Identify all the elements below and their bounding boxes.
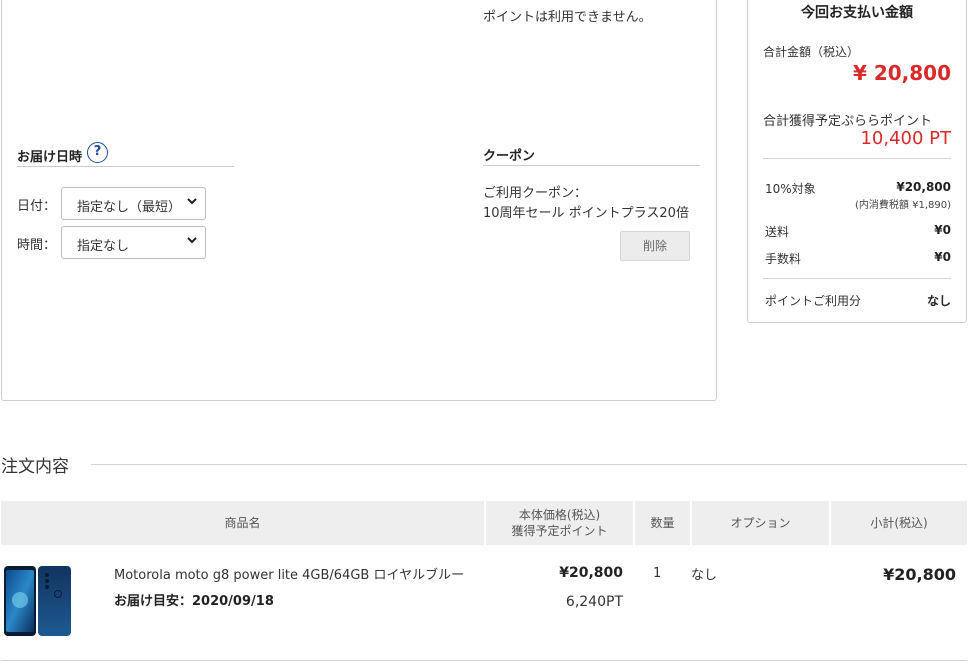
column-header-subtotal-text: 小計(税込) <box>870 516 928 530</box>
column-header-product-text: 商品名 <box>224 516 261 530</box>
order-section-title: 注文内容 <box>1 457 69 477</box>
summary-row-label-shipping: 送料 <box>765 225 790 239</box>
help-question-icon[interactable]: ? <box>87 142 108 163</box>
summary-row-value-shipping: ¥0 <box>934 223 951 237</box>
coupon-delete-button[interactable]: 削除 <box>620 231 690 261</box>
delivery-estimate: お届け目安：2020/09/18 <box>114 594 274 609</box>
item-price: ¥20,800 <box>559 565 623 581</box>
item-option: なし <box>691 568 718 583</box>
coupon-name: 10周年セール ポイントプラス20倍 <box>483 206 689 221</box>
summary-tax-included-note: (内消費税額 ¥1,890) <box>855 200 951 211</box>
product-name-link[interactable]: Motorola moto g8 power lite 4GB/64GB ロイヤ… <box>114 564 464 583</box>
date-label: 日付： <box>17 199 57 214</box>
summary-row-label-points-used: ポイントご利用分 <box>765 294 862 308</box>
total-amount-label: 合計金額（税込） <box>763 45 860 59</box>
points-unavailable-note: ポイントは利用できません。 <box>483 10 652 25</box>
time-select-value: 指定なし <box>77 239 130 254</box>
column-header-price: 本体価格(税込) 獲得予定ポイント <box>486 501 633 545</box>
points-total-value: 10,400 PT <box>860 128 951 149</box>
summary-row-value-fee: ¥0 <box>934 250 951 264</box>
column-header-qty: 数量 <box>635 501 690 545</box>
summary-divider <box>763 278 951 279</box>
time-select[interactable]: 指定なし <box>61 226 206 259</box>
chevron-down-icon <box>187 237 197 244</box>
summary-row-value-tax10: ¥20,800 <box>896 180 951 194</box>
column-header-product: 商品名 <box>1 501 484 545</box>
summary-row-label-fee: 手数料 <box>765 252 802 266</box>
item-points: 6,240PT <box>565 594 623 610</box>
item-quantity: 1 <box>653 566 662 581</box>
date-select-value: 指定なし（最短） <box>77 200 182 215</box>
column-header-price-line1: 本体価格(税込) <box>518 508 601 522</box>
column-header-price-line2: 獲得予定ポイント <box>511 524 608 538</box>
phone-product-image[interactable] <box>3 564 73 638</box>
coupon-label: ご利用クーポン： <box>483 186 588 201</box>
delivery-section-title: お届け日時 <box>17 144 234 167</box>
delivery-title-text: お届け日時 <box>17 150 83 165</box>
time-label: 時間： <box>17 238 57 253</box>
summary-divider <box>763 158 951 159</box>
order-title-divider <box>91 464 967 465</box>
chevron-down-icon <box>187 198 197 205</box>
item-subtotal: ¥20,800 <box>883 565 956 584</box>
summary-row-value-points-used: なし <box>926 294 951 308</box>
column-header-option: オプション <box>692 501 829 545</box>
total-amount-value: ¥ 20,800 <box>852 61 951 85</box>
column-header-subtotal: 小計(税込) <box>831 501 967 545</box>
order-row-divider <box>1 660 967 661</box>
points-total-label: 合計獲得予定ぷららポイント <box>763 114 933 129</box>
date-select[interactable]: 指定なし（最短） <box>61 187 206 220</box>
summary-title: 今回お支払い金額 <box>801 5 913 21</box>
coupon-section-title: クーポン <box>483 145 700 166</box>
summary-row-label-tax10: 10%対象 <box>765 182 816 196</box>
column-header-qty-text: 数量 <box>650 516 675 530</box>
column-header-option-text: オプション <box>730 516 791 530</box>
